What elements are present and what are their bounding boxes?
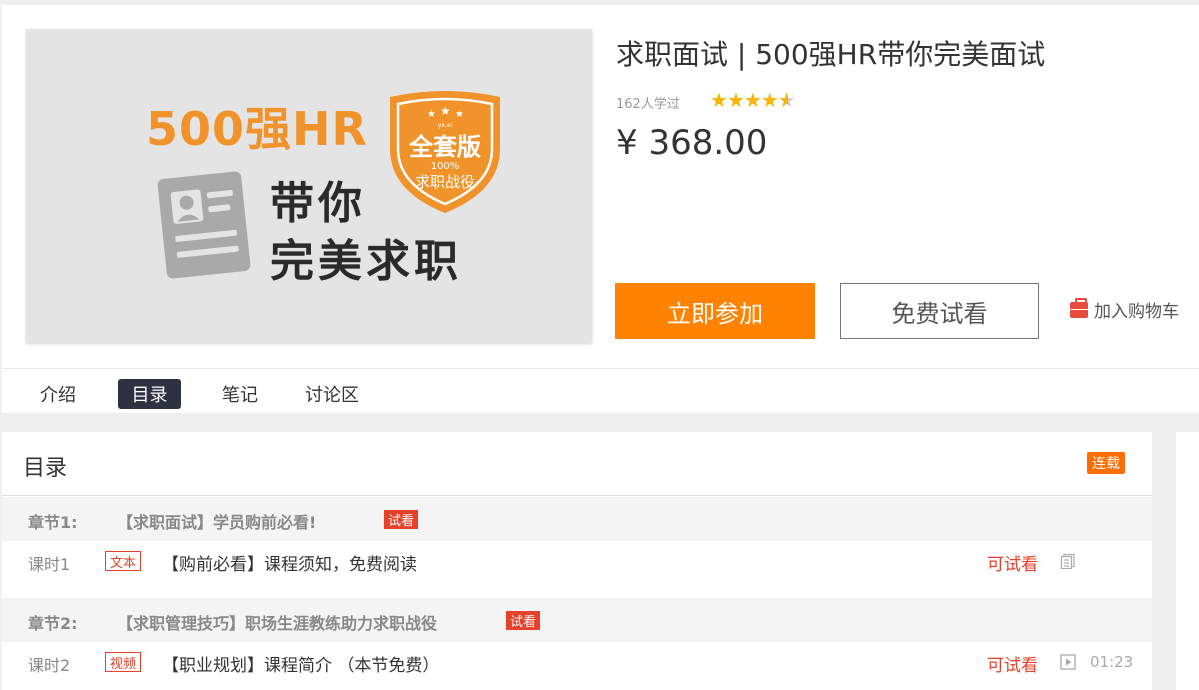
lesson-preview-link[interactable]: 可试看 bbox=[987, 550, 1038, 575]
add-to-cart-label: 加入购物车 bbox=[1094, 302, 1179, 322]
full-version-badge: ★ ★ ★ yx.ai 全套版 100% 求职战役 bbox=[382, 87, 508, 223]
lesson-label: 课时1 bbox=[28, 555, 71, 574]
star-half-icon: ★ bbox=[777, 88, 796, 112]
cover-line-1: 500强HR bbox=[146, 102, 368, 156]
lesson-type-tag: 视频 bbox=[105, 652, 142, 672]
star-icon: ★ bbox=[743, 88, 762, 112]
lesson-label: 课时2 bbox=[28, 656, 71, 675]
cover-line-3: 完美求职 bbox=[270, 236, 462, 287]
side-panel bbox=[1176, 432, 1199, 690]
star-icon: ★ bbox=[760, 88, 779, 112]
trial-tag: 试看 bbox=[384, 510, 419, 529]
serial-badge: 连载 bbox=[1087, 452, 1125, 474]
badge-sub-text: 求职战役 bbox=[415, 173, 475, 191]
lesson-row[interactable]: 课时2 视频 【职业规划】课程简介 （本节免费） 可试看 01:23 bbox=[2, 641, 1152, 685]
badge-percent-text: 100% bbox=[431, 161, 460, 172]
video-play-icon bbox=[1060, 654, 1076, 670]
svg-text:★: ★ bbox=[440, 104, 451, 118]
tab-catalog[interactable]: 目录 bbox=[118, 379, 181, 409]
free-trial-button[interactable]: 免费试看 bbox=[840, 283, 1039, 339]
chapter-row: 章节2: 【求职管理技巧】职场生涯教练助力求职战役 试看 bbox=[2, 598, 1152, 642]
catalog-header: 目录 连载 bbox=[2, 432, 1152, 496]
star-icon: ★ bbox=[710, 88, 728, 112]
document-icon bbox=[1060, 553, 1076, 570]
lesson-duration: 01:23 bbox=[1090, 653, 1134, 671]
cover-line-2: 带你 bbox=[270, 178, 366, 229]
rating-stars: ★★★★★ bbox=[710, 88, 796, 112]
svg-text:★: ★ bbox=[427, 109, 436, 120]
learner-count: 162人学过 bbox=[616, 97, 680, 112]
catalog-title: 目录 bbox=[23, 456, 68, 481]
chapter-title: 【求职面试】学员购前必看! bbox=[117, 513, 317, 532]
briefcase-icon bbox=[1070, 297, 1088, 318]
id-card-icon bbox=[156, 169, 252, 285]
lesson-title[interactable]: 【购前必看】课程须知，免费阅读 bbox=[162, 550, 417, 575]
add-to-cart-link[interactable]: 加入购物车 bbox=[1070, 297, 1179, 322]
lesson-row[interactable]: 课时1 文本 【购前必看】课程须知，免费阅读 可试看 bbox=[2, 540, 1152, 584]
course-tabs: 介绍 目录 笔记 讨论区 bbox=[2, 368, 1199, 413]
trial-tag: 试看 bbox=[506, 611, 541, 630]
badge-small-text: yx.ai bbox=[438, 122, 453, 129]
chapter-row: 章节1: 【求职面试】学员购前必看! 试看 bbox=[2, 497, 1152, 541]
lesson-title[interactable]: 【职业规划】课程简介 （本节免费） bbox=[162, 651, 439, 676]
chapter-title: 【求职管理技巧】职场生涯教练助力求职战役 bbox=[117, 614, 438, 633]
badge-main-text: 全套版 bbox=[408, 133, 481, 161]
star-icon: ★ bbox=[726, 88, 745, 112]
chapter-label: 章节2: bbox=[28, 614, 78, 633]
tab-discussion[interactable]: 讨论区 bbox=[305, 379, 359, 409]
course-title: 求职面试 | 500强HR带你完美面试 bbox=[616, 38, 1046, 71]
svg-text:★: ★ bbox=[455, 109, 464, 120]
join-now-button[interactable]: 立即参加 bbox=[615, 283, 815, 339]
lesson-type-tag: 文本 bbox=[105, 551, 142, 571]
tab-intro[interactable]: 介绍 bbox=[40, 379, 76, 409]
course-price: ¥ 368.00 bbox=[616, 123, 768, 163]
chapter-label: 章节1: bbox=[28, 513, 78, 532]
course-cover-image[interactable]: 500强HR 带你 完美求职 ★ ★ ★ yx.ai 全套版 100% 求职战役 bbox=[26, 29, 592, 343]
tab-notes[interactable]: 笔记 bbox=[222, 379, 258, 409]
lesson-preview-link[interactable]: 可试看 bbox=[987, 651, 1038, 676]
catalog-panel: 目录 连载 章节1: 【求职面试】学员购前必看! 试看 课时1 文本 【购前必看… bbox=[2, 432, 1152, 690]
course-header-card: 500强HR 带你 完美求职 ★ ★ ★ yx.ai 全套版 100% 求职战役… bbox=[2, 5, 1199, 413]
